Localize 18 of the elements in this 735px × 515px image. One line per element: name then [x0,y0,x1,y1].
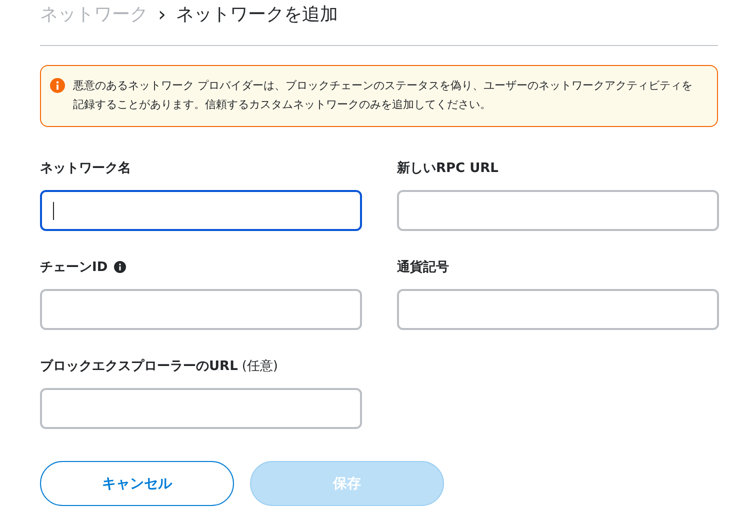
field-label: 通貨記号 [397,259,449,276]
input-field[interactable] [40,388,362,429]
info-icon [50,78,65,93]
breadcrumb-link[interactable]: ネットワーク [40,2,148,26]
info-icon[interactable] [114,261,126,273]
input-field[interactable] [397,190,719,231]
optional-note: (任意) [242,358,278,375]
input-field[interactable] [40,289,362,330]
field-label: 新しいRPC URL [397,160,498,177]
cancel-button[interactable]: キャンセル [40,461,234,506]
chevron-icon: › [158,2,166,26]
field-label: ネットワーク名 [40,160,131,177]
input-field[interactable] [40,190,362,231]
page-title: ネットワークを追加 [176,3,338,26]
warning-message: 悪意のあるネットワーク プロバイダーは、ブロックチェーンのステータスを偽り、ユーザーのネットワークアクティビティを記録することがあります。信頼するカスタムネットワークのみを追加してください。 [73,78,694,113]
input-field[interactable] [397,289,719,330]
field-label: ブロックエクスプローラーのURL [40,358,238,375]
field-label: チェーンID [40,259,108,276]
